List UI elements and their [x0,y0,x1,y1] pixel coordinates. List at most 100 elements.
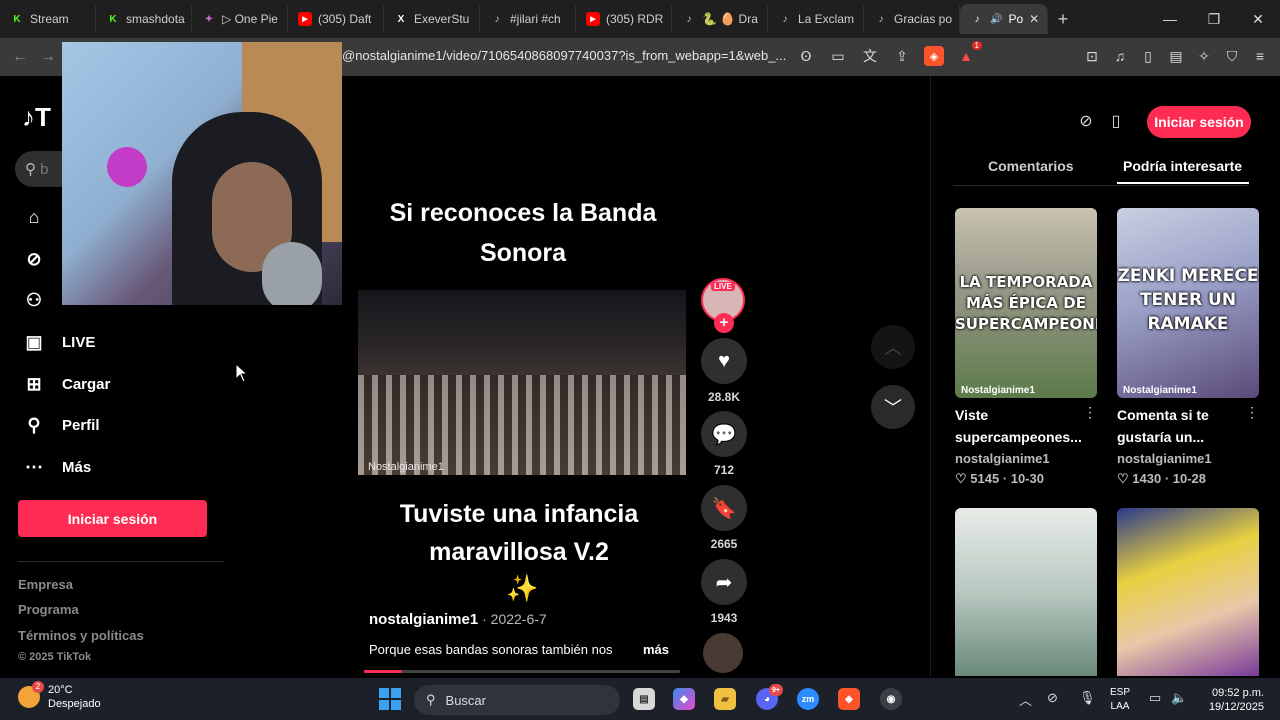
tray-chevron-icon[interactable]: ︿ [1019,690,1032,709]
share-icon[interactable]: ⇪ [892,46,912,66]
like-button[interactable]: ♥ [701,338,747,384]
language-indicator[interactable]: ESP LAA [1110,686,1130,714]
follow-button[interactable]: + [714,313,734,333]
card-title[interactable]: Viste supercampeones... [955,404,1082,448]
footer-link-terms[interactable]: Términos y políticas [18,628,144,643]
taskbar-search[interactable]: ⚲ Buscar [414,685,620,715]
login-button[interactable]: Iniciar sesión [18,500,207,537]
browser-tab[interactable]: K Stream [0,4,96,34]
music-disc[interactable] [703,633,743,673]
card-author[interactable]: nostalgianime1 [1117,451,1212,466]
video-author[interactable]: nostalgianime1 · 2022-6-7 [369,611,547,628]
weather-widget[interactable]: 2 20°C Despejado [18,681,101,711]
task-view-icon[interactable]: ▤ [633,688,655,710]
share-button[interactable]: ➦ [701,559,747,605]
next-video-button[interactable]: ﹀ [871,385,915,429]
browser-tab[interactable]: X ExeverStu [384,4,480,34]
card-options-icon[interactable]: ⋮ [1083,404,1097,421]
media-icon[interactable]: ♫ [1110,46,1130,66]
card-title[interactable]: Comenta si te gustaría un... [1117,404,1243,448]
browser-tab[interactable]: Ksmashdota [96,4,192,34]
tiktok-logo[interactable]: ♪T [22,102,62,132]
tab-recommended[interactable]: Podría interesarte [1123,158,1242,174]
sidebar-item-upload[interactable]: ⊞ Cargar [22,372,110,396]
forward-button[interactable]: → [34,48,62,66]
browser-tab[interactable]: ♪ #jilari #ch [480,4,576,34]
sidebar-item-following[interactable]: ⚇ [22,288,62,312]
reader-mode-icon[interactable]: Ꙩ [796,46,816,66]
video-thumbnail[interactable]: LA TEMPORADA MÁS ÉPICA DE SUPERCAMPEONES… [955,208,1097,398]
browser-tab[interactable]: ♪ 🐍 🥚 Dra [672,4,768,34]
sidebar-toggle-icon[interactable]: ▯ [1138,46,1158,66]
tabs-divider [953,185,1249,186]
close-window-button[interactable]: ✕ [1236,11,1280,28]
windows-start-icon[interactable] [379,688,401,710]
browser-tab[interactable]: ♪ Gracias po [864,4,960,34]
audio-playing-icon[interactable]: 🔊 [990,14,1002,25]
more-button[interactable]: más [643,642,669,657]
obs-icon[interactable]: ◉ [880,688,902,710]
previous-video-button[interactable]: ︿ [871,325,915,369]
vpn-icon[interactable]: ⛉ [1222,46,1242,66]
author-name[interactable]: nostalgianime1 [369,611,478,628]
video-caption-bottom: Tuviste una infancia maravillosa V.2 [399,500,639,566]
device-icon[interactable]: ▯ [1104,109,1128,133]
footer-link-program[interactable]: Programa [18,602,79,617]
comment-button[interactable]: 💬 [701,411,747,457]
tab-label: ExeverStu [414,12,470,26]
video-thumbnail[interactable] [1117,508,1259,676]
browser-tab[interactable]: ♪ La Exclam [768,4,864,34]
save-button[interactable]: 🔖 [701,485,747,531]
microsoft-365-icon[interactable]: ◆ [673,688,695,710]
wallet-icon[interactable]: ▤ [1166,46,1186,66]
video-progress-bar[interactable] [364,670,680,673]
browser-tab-active[interactable]: ♪ 🔊 Po ✕ [960,4,1048,34]
back-button[interactable]: ← [6,48,34,66]
url-field[interactable]: @nostalgianime1/video/710654086809774003… [342,48,788,63]
following-icon: ⚇ [25,289,43,310]
search-input[interactable]: ⚲ b [15,151,62,187]
browser-tab[interactable]: ▶ (305) RDR [576,4,672,34]
card-options-icon[interactable]: ⋮ [1245,404,1259,421]
brave-browser-icon[interactable]: ◈ [838,688,860,710]
browser-tab[interactable]: ▶ (305) Daft [288,4,384,34]
maximize-button[interactable]: ❐ [1192,11,1236,28]
video-watermark: Nostalgianime1 [368,461,444,473]
video-thumbnail[interactable] [955,508,1097,676]
explore-icon[interactable]: ⊘ [1074,109,1098,133]
sidebar-item-profile[interactable]: ⚲ Perfil [22,413,99,437]
network-off-icon[interactable]: ⊘ [1047,690,1058,706]
lang-code: ESP [1110,687,1131,698]
brave-rewards-icon[interactable]: ▲ 1 [956,41,982,66]
volume-icon[interactable]: 🔈 [1171,690,1187,706]
clock[interactable]: 09:52 p.m. 19/12/2025 [1198,686,1264,714]
tab-search-icon[interactable]: ⊡ [1082,46,1102,66]
close-tab-icon[interactable]: ✕ [1029,12,1039,26]
new-tab-button[interactable]: + [1048,9,1078,30]
cast-icon[interactable]: ▭ [828,46,848,66]
thumbnail-watermark: Nostalgianime1 [961,385,1035,396]
sidebar-item-explore[interactable]: ⊘ [22,247,62,271]
microphone-icon[interactable]: 🎙 [1079,690,1096,706]
tiktok-icon: ♪ [686,13,692,25]
sidebar-item-more[interactable]: ⋯ Más [22,455,91,479]
browser-tab[interactable]: ✦ ▷ One Pie [192,4,288,34]
tab-comments[interactable]: Comentarios [988,158,1074,174]
minimize-button[interactable]: — [1148,11,1192,28]
heart-outline-icon: ♡ [955,471,971,486]
video-thumbnail[interactable]: ZENKI MERECE TENER UN RAMAKE Nostalgiani… [1117,208,1259,398]
display-icon[interactable]: ▭ [1149,690,1161,706]
sidebar-item-home[interactable]: ⌂ [22,205,62,229]
brave-shield-icon[interactable]: ◈ [924,46,944,66]
rewards-badge: 1 [971,41,982,50]
card-author[interactable]: nostalgianime1 [955,451,1050,466]
leo-ai-icon[interactable]: ✧ [1194,46,1214,66]
zoom-icon[interactable]: zm [797,688,819,710]
translate-icon[interactable]: 文 [860,46,880,66]
video-player[interactable]: Si reconoces la Banda Sonora Nostalgiani… [358,160,688,675]
footer-link-company[interactable]: Empresa [18,577,73,592]
menu-icon[interactable]: ≡ [1250,46,1270,66]
sidebar-item-live[interactable]: ▣ LIVE [22,330,95,354]
file-explorer-icon[interactable]: ▰ [714,688,736,710]
header-login-button[interactable]: Iniciar sesión [1147,106,1251,138]
